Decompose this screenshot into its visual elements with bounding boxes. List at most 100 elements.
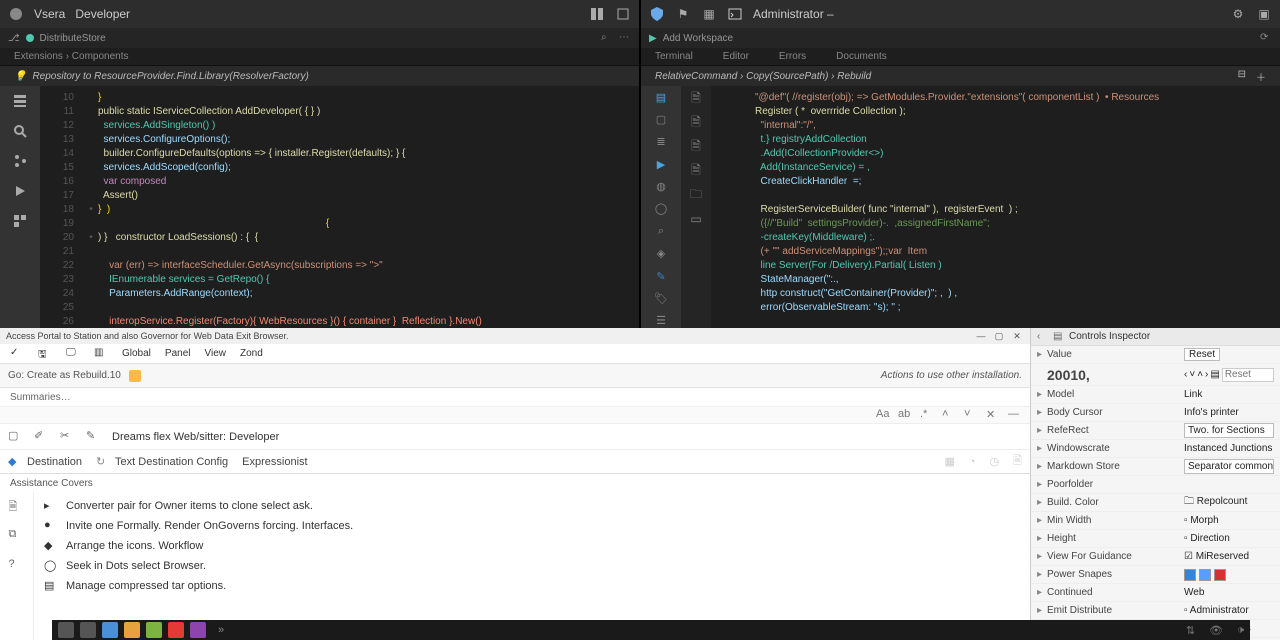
chev-icon[interactable]: ▸	[1037, 425, 1047, 436]
close-find-icon[interactable]: ✕	[986, 408, 1000, 422]
play-icon[interactable]: ▶	[649, 33, 657, 44]
step-prev-icon[interactable]: ‹	[1184, 369, 1187, 380]
chev-icon[interactable]: ▸	[1037, 407, 1047, 418]
subtab-editor[interactable]: Editor	[723, 51, 749, 62]
picker-icon[interactable]: ▤	[1210, 369, 1219, 380]
doc-icon[interactable]: 🗎	[687, 90, 705, 108]
chev-icon[interactable]: ▸	[1037, 349, 1047, 360]
close-icon[interactable]: ✕	[1010, 329, 1024, 343]
task-more-icon[interactable]: »	[218, 624, 224, 636]
play2-icon[interactable]: ▶	[650, 157, 672, 171]
tray-net-icon[interactable]: ⇅	[1186, 624, 1195, 637]
explorer-icon[interactable]	[9, 90, 31, 112]
folder-icon[interactable]: 🗀	[687, 186, 705, 204]
clock-icon[interactable]: ◷	[990, 455, 1000, 468]
step-next-icon[interactable]: ›	[1205, 369, 1208, 380]
menu-panel[interactable]: Panel	[159, 346, 197, 361]
gear-icon[interactable]: ⚙	[1230, 6, 1246, 22]
prop-value[interactable]: Info's printer	[1184, 407, 1274, 418]
refresh-icon[interactable]: ⟳	[1260, 32, 1272, 44]
square-icon[interactable]: ▢	[8, 429, 24, 445]
tray-eye-icon[interactable]: 👁	[1209, 624, 1223, 637]
menu-box-icon[interactable]: ▥	[88, 345, 114, 363]
step-down-icon[interactable]: ˅	[1189, 369, 1195, 380]
pencil-icon[interactable]: ✎	[86, 429, 102, 445]
task-6-icon[interactable]	[190, 622, 206, 638]
prop-value[interactable]: Link	[1184, 389, 1274, 400]
tab-textdest[interactable]: ↻Text Destination Config	[96, 455, 228, 469]
menu-monitor-icon[interactable]: 🖵	[60, 345, 86, 363]
chev-icon[interactable]: ▸	[1037, 605, 1047, 616]
globe-icon[interactable]: ◯	[650, 202, 672, 216]
help-icon[interactable]: ?	[9, 558, 25, 574]
note-icon[interactable]: 🗎	[9, 498, 25, 514]
help-round-icon[interactable]: ◔	[969, 456, 976, 468]
task-5-icon[interactable]	[168, 622, 184, 638]
right-tab-name[interactable]: Add Workspace	[663, 33, 733, 44]
subtab-terminal[interactable]: Terminal	[655, 51, 693, 62]
task-3-icon[interactable]	[124, 622, 140, 638]
files-icon[interactable]: ▤	[650, 90, 672, 104]
list-item[interactable]: ▤Manage compressed tar options.	[44, 576, 1020, 596]
menu-view[interactable]: View	[198, 346, 232, 361]
doc4-icon[interactable]: 🗎	[687, 162, 705, 180]
chev-icon[interactable]: ▸	[1037, 479, 1047, 490]
extensions-icon[interactable]	[9, 210, 31, 232]
subtab-documents[interactable]: Documents	[836, 51, 887, 62]
chev-icon[interactable]: ▸	[1037, 587, 1047, 598]
collapse-icon[interactable]: ⊟	[1238, 69, 1246, 84]
prop-value[interactable]: Instanced Junctions	[1184, 443, 1274, 454]
debug-icon[interactable]	[9, 180, 31, 202]
layers-icon[interactable]: ≣	[650, 135, 672, 149]
prop-value[interactable]: ▫ Direction	[1184, 533, 1274, 544]
tab-destination[interactable]: ◆Destination	[8, 455, 82, 469]
swatch-icon[interactable]	[1214, 569, 1226, 581]
loupe-icon[interactable]: ⌕	[650, 224, 672, 238]
list-item[interactable]: ▸Converter pair for Owner items to clone…	[44, 496, 1020, 516]
db-icon[interactable]: ◍	[650, 179, 672, 193]
prop-value[interactable]: 🗀 Repolcount	[1184, 494, 1274, 511]
right-code-area[interactable]: "@def"( //register(obj); => GetModules.P…	[711, 86, 1280, 328]
right-breadcrumb[interactable]: RelativeCommand › Copy(SourcePath) › Reb…	[641, 66, 1280, 86]
down-icon[interactable]: ˅	[964, 408, 978, 422]
restore-icon[interactable]: ▢	[992, 329, 1006, 343]
list-item[interactable]: ●Invite one Formally. Render OnGoverns f…	[44, 516, 1020, 536]
chev-icon[interactable]: ▸	[1037, 569, 1047, 580]
minimize-icon[interactable]: —	[974, 329, 988, 343]
menu-global[interactable]: Global	[116, 346, 157, 361]
box-icon[interactable]: ▢	[650, 112, 672, 126]
menu-check-icon[interactable]: ✓	[4, 345, 30, 363]
doc3-icon[interactable]: 🗎	[687, 138, 705, 156]
chev-icon[interactable]: ▸	[1037, 497, 1047, 508]
chev-left-icon[interactable]: ‹	[1037, 331, 1049, 343]
chev-icon[interactable]: ▸	[1037, 533, 1047, 544]
grid-icon[interactable]: ▦	[944, 455, 954, 468]
menu-zpaced[interactable]: Zond	[234, 346, 269, 361]
tray-vol-icon[interactable]: 🕩	[1237, 624, 1244, 637]
brush-icon[interactable]: ✎	[650, 269, 672, 283]
window-icon[interactable]: ▣	[1256, 6, 1272, 22]
doc2-icon[interactable]: 🗎	[687, 114, 705, 132]
task-start-icon[interactable]	[58, 622, 74, 638]
prop-value[interactable]: Separator common	[1184, 459, 1274, 474]
task-4-icon[interactable]	[146, 622, 162, 638]
more-icon[interactable]: ⋯	[619, 32, 631, 44]
pick-icon[interactable]: ✐	[34, 429, 50, 445]
menu-save-icon[interactable]: 🖫	[32, 345, 58, 363]
terminal-icon[interactable]	[727, 6, 743, 22]
img-icon[interactable]: ▭	[687, 210, 705, 228]
add-icon[interactable]: ＋	[1256, 69, 1266, 84]
swatch-icon[interactable]	[1184, 569, 1196, 581]
search-icon[interactable]: ⌕	[601, 32, 613, 44]
cube-icon[interactable]: ◈	[650, 247, 672, 261]
chev-icon[interactable]: ▸	[1037, 443, 1047, 454]
page-icon[interactable]: 🗎	[1013, 452, 1022, 471]
whole-word-icon[interactable]: ab	[898, 408, 912, 422]
lightbulb-icon[interactable]: 💡	[14, 71, 26, 82]
list-icon[interactable]: ☰	[650, 314, 672, 328]
list-item[interactable]: ◯Seek in Dots select Browser.	[44, 556, 1020, 576]
reset-button[interactable]: Reset	[1184, 348, 1220, 361]
scm-icon[interactable]	[9, 150, 31, 172]
task-1-icon[interactable]	[80, 622, 96, 638]
swatch-icon[interactable]	[1199, 569, 1211, 581]
